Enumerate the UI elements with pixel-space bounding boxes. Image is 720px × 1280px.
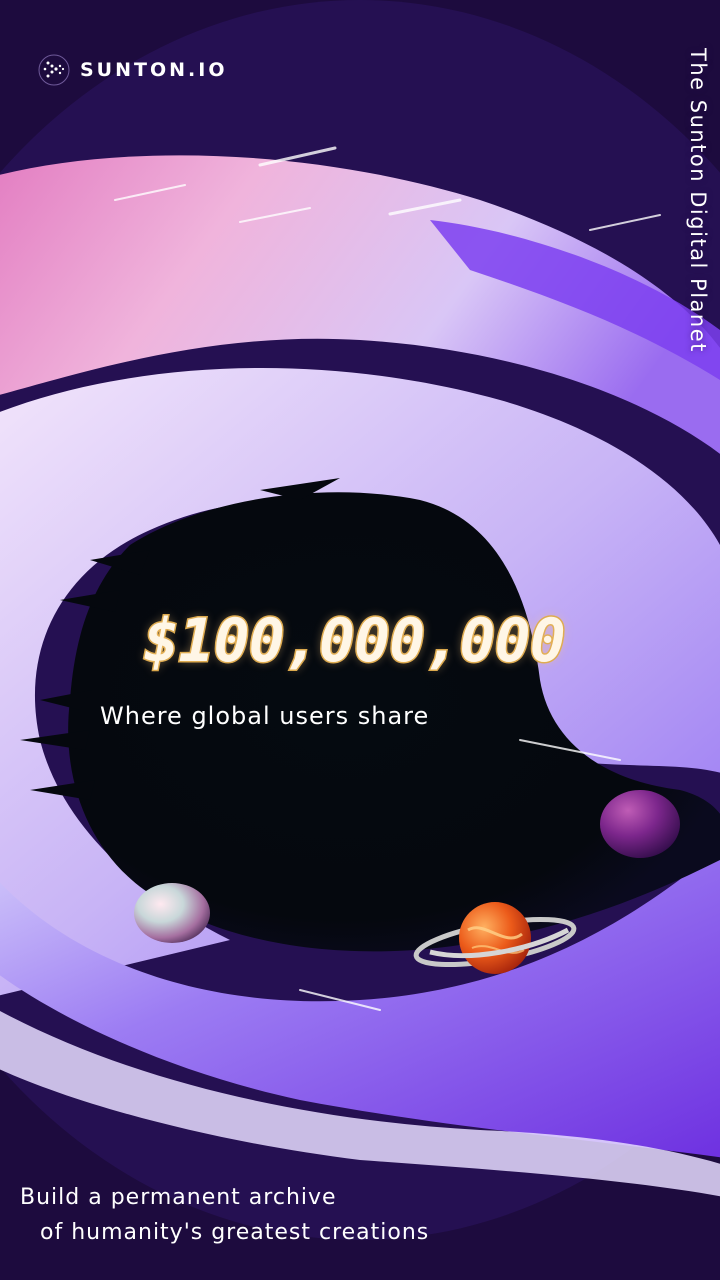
sunton-logo-icon: [38, 54, 70, 86]
footer-copy: Build a permanent archive of humanity's …: [20, 1180, 429, 1250]
purple-planet-icon: [600, 790, 680, 858]
vertical-tagline: The Sunton Digital Planet: [686, 48, 710, 353]
brand-logo[interactable]: SUNTON.IO: [38, 52, 227, 88]
hero-amount: $100,000,000: [142, 605, 567, 678]
ringed-orange-planet-icon: [413, 902, 577, 974]
brand-name: SUNTON.IO: [80, 59, 228, 81]
footer-line-1: Build a permanent archive: [20, 1185, 337, 1210]
hero-subtitle: Where global users share: [100, 702, 430, 730]
pearl-planet-icon: [134, 883, 210, 943]
poster: SUNTON.IO The Sunton Digital Planet $100…: [0, 0, 720, 1280]
footer-line-2: of humanity's greatest creations: [40, 1220, 430, 1245]
